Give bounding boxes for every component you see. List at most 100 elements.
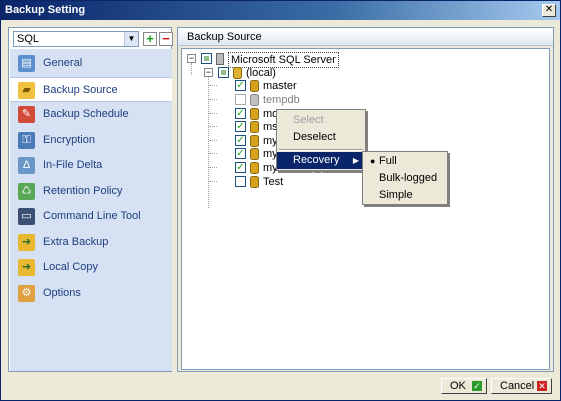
retention-icon: ♺ xyxy=(18,183,35,200)
tree-node-label: (local) xyxy=(246,67,276,79)
database-icon xyxy=(250,148,259,160)
database-checkbox[interactable]: ✓ xyxy=(235,135,246,146)
context-menu: Select Deselect Recovery model ▶ xyxy=(276,109,366,183)
chevron-down-icon[interactable]: ▼ xyxy=(124,32,138,46)
nav-item-label: Local Copy xyxy=(43,261,99,273)
delta-icon: Δ xyxy=(18,157,35,174)
sql-server-icon xyxy=(216,53,224,65)
menu-item-label: Deselect xyxy=(293,131,336,143)
encryption-icon: ⚿ xyxy=(18,132,35,149)
extra-backup-icon: ➜ xyxy=(18,234,35,251)
nav-item-local-copy[interactable]: ➜ Local Copy xyxy=(10,255,172,280)
database-icon xyxy=(250,135,259,147)
nav-item-command-line-tool[interactable]: ▭ Command Line Tool xyxy=(10,204,172,229)
menu-item-label: Simple xyxy=(379,189,413,201)
local-copy-icon: ➜ xyxy=(18,259,35,276)
server-checkbox[interactable] xyxy=(201,53,212,64)
terminal-icon: ▭ xyxy=(18,208,35,225)
tree-node-database[interactable]: ✓ master xyxy=(182,79,382,93)
instance-checkbox[interactable] xyxy=(218,67,229,78)
backup-source-tree: − Microsoft SQL Server − (local) ✓ maste… xyxy=(181,48,550,370)
tree-node-database[interactable]: Test xyxy=(182,175,382,189)
database-checkbox[interactable]: ✓ xyxy=(235,162,246,173)
remove-profile-button[interactable]: − xyxy=(159,32,173,46)
profile-select[interactable]: SQL ▼ xyxy=(13,31,139,47)
profile-select-value: SQL xyxy=(17,33,40,45)
close-icon: ✕ xyxy=(537,381,547,391)
nav-item-label: Backup Schedule xyxy=(43,108,129,120)
menu-item-label: Full xyxy=(379,155,397,167)
menu-item-full[interactable]: ● Full xyxy=(363,153,447,170)
nav-item-label: Options xyxy=(43,287,81,299)
database-icon xyxy=(250,162,259,174)
nav-item-label: Retention Policy xyxy=(43,185,123,197)
ok-button[interactable]: OK ✓ xyxy=(441,378,487,394)
panel-header: Backup Source xyxy=(178,28,553,46)
recovery-model-submenu: ● Full Bulk-logged Simple xyxy=(362,151,448,205)
nav-item-label: General xyxy=(43,57,83,69)
menu-item-label: Select xyxy=(293,114,324,126)
check-icon: ✓ xyxy=(472,381,482,391)
cancel-button-label: Cancel xyxy=(500,380,535,392)
folder-icon: ▰ xyxy=(18,82,35,99)
nav-item-label: Encryption xyxy=(43,134,95,146)
menu-item-bulk-logged[interactable]: Bulk-logged xyxy=(363,170,447,187)
title-bar: Backup Setting ✕ xyxy=(1,1,560,20)
menu-item-deselect[interactable]: Deselect xyxy=(277,129,365,146)
database-icon xyxy=(250,121,259,133)
collapse-icon[interactable]: − xyxy=(187,54,196,63)
tree-node-label: master xyxy=(263,80,297,92)
menu-item-select[interactable]: Select xyxy=(277,112,365,129)
radio-bullet-icon: ● xyxy=(370,156,376,166)
nav-item-encryption[interactable]: ⚿ Encryption xyxy=(10,128,172,153)
nav-item-in-file-delta[interactable]: Δ In-File Delta xyxy=(10,153,172,178)
general-icon: ▤ xyxy=(18,55,35,72)
nav-item-options[interactable]: ⚙ Options xyxy=(10,281,172,306)
nav-item-label: Extra Backup xyxy=(43,236,109,248)
schedule-icon: ✎ xyxy=(18,106,35,123)
options-icon: ⚙ xyxy=(18,285,35,302)
settings-nav: ▤ General ▰ Backup Source ✎ Backup Sched… xyxy=(10,49,172,371)
database-checkbox[interactable]: ✓ xyxy=(235,108,246,119)
nav-item-label: In-File Delta xyxy=(43,159,103,171)
menu-item-recovery-model[interactable]: Recovery model ▶ xyxy=(277,152,365,183)
database-icon xyxy=(250,108,259,120)
nav-item-retention-policy[interactable]: ♺ Retention Policy xyxy=(10,179,172,204)
add-profile-button[interactable]: + xyxy=(143,32,157,46)
database-icon xyxy=(250,176,259,188)
tree-node-label: tempdb xyxy=(263,94,300,106)
nav-item-label: Backup Source xyxy=(43,84,118,96)
nav-item-backup-source[interactable]: ▰ Backup Source xyxy=(10,77,172,102)
database-group-icon xyxy=(233,67,242,79)
window-title: Backup Setting xyxy=(5,4,86,16)
close-icon: ✕ xyxy=(544,4,554,15)
minus-icon: − xyxy=(162,31,170,46)
backup-setting-window: Backup Setting ✕ SQL ▼ + − ▤ General ▰ B… xyxy=(0,0,561,401)
database-checkbox[interactable] xyxy=(235,176,246,187)
tree-node-database[interactable]: tempdb xyxy=(182,93,382,107)
menu-item-label: Bulk-logged xyxy=(379,172,438,184)
database-checkbox[interactable]: ✓ xyxy=(235,121,246,132)
left-panel: SQL ▼ + − ▤ General ▰ Backup Source ✎ Ba… xyxy=(8,27,173,372)
cancel-button[interactable]: Cancel ✕ xyxy=(491,378,552,394)
collapse-icon[interactable]: − xyxy=(204,68,213,77)
tree-node-server[interactable]: − Microsoft SQL Server xyxy=(182,52,382,68)
database-checkbox[interactable]: ✓ xyxy=(235,148,246,159)
tree-node-label: Test xyxy=(263,176,284,188)
nav-item-general[interactable]: ▤ General xyxy=(10,51,172,76)
database-icon xyxy=(250,80,259,92)
plus-icon: + xyxy=(146,31,154,46)
ok-button-label: OK xyxy=(450,380,466,392)
close-button[interactable]: ✕ xyxy=(542,4,556,17)
tree-node-instance[interactable]: − (local) xyxy=(182,66,382,80)
database-icon xyxy=(250,94,259,106)
profile-row: SQL ▼ + − xyxy=(13,31,173,48)
nav-item-backup-schedule[interactable]: ✎ Backup Schedule xyxy=(10,102,172,127)
submenu-arrow-icon: ▶ xyxy=(352,156,359,165)
database-checkbox[interactable] xyxy=(235,94,246,105)
nav-item-label: Command Line Tool xyxy=(43,210,141,222)
database-checkbox[interactable]: ✓ xyxy=(235,80,246,91)
nav-item-extra-backup[interactable]: ➜ Extra Backup xyxy=(10,230,172,255)
menu-item-simple[interactable]: Simple xyxy=(363,187,447,204)
menu-separator xyxy=(279,149,363,151)
